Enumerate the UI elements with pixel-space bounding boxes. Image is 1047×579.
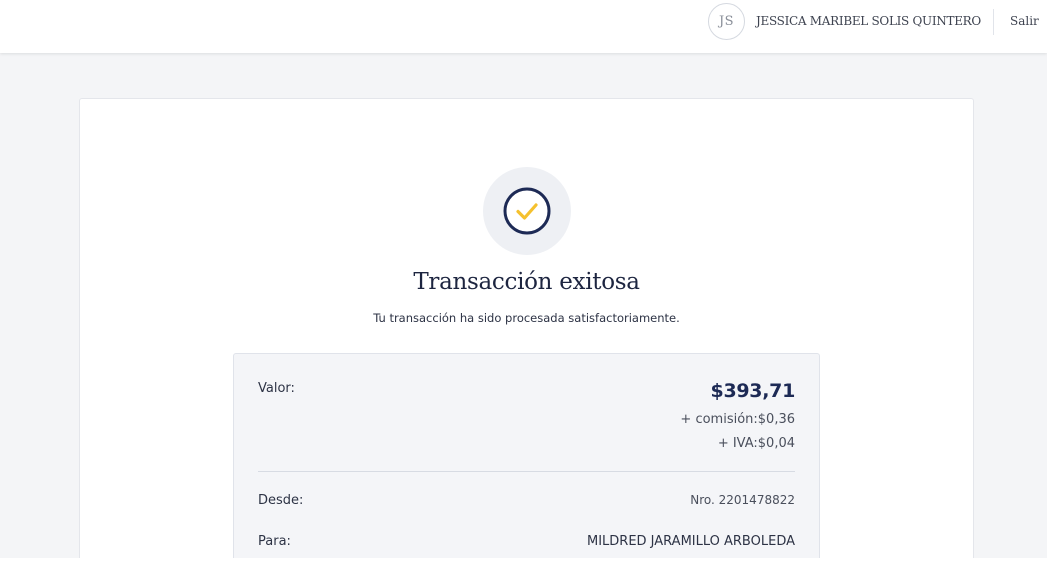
header-divider — [993, 9, 994, 35]
page-subtitle: Tu transacción ha sido procesada satisfa… — [373, 311, 680, 325]
check-circle-icon — [503, 187, 551, 235]
page-background: Transacción exitosa Tu transacción ha si… — [0, 53, 1047, 558]
from-label: Desde: — [258, 493, 304, 508]
details-divider — [258, 471, 795, 472]
confirmation-card: Transacción exitosa Tu transacción ha si… — [79, 98, 974, 558]
commission-value: + comisión:$0,36 — [680, 412, 795, 427]
success-icon-container — [483, 167, 571, 255]
to-label: Para: — [258, 534, 291, 549]
amount-value: $393,71 — [710, 380, 796, 402]
value-label: Valor: — [258, 381, 295, 396]
top-bar: JS JESSICA MARIBEL SOLIS QUINTERO Salir — [0, 0, 1047, 53]
to-name-value: MILDRED JARAMILLO ARBOLEDA — [586, 534, 795, 549]
user-name: JESSICA MARIBEL SOLIS QUINTERO — [756, 14, 981, 28]
page-title: Transacción exitosa — [413, 269, 640, 295]
bottom-strip — [0, 558, 1047, 579]
logout-link[interactable]: Salir — [1010, 14, 1039, 28]
transaction-details: Valor: $393,71 + comisión:$0,36 + IVA:$0… — [233, 353, 820, 558]
avatar[interactable]: JS — [708, 3, 745, 40]
from-account-value: Nro. 2201478822 — [690, 493, 795, 507]
iva-value: + IVA:$0,04 — [717, 436, 795, 451]
